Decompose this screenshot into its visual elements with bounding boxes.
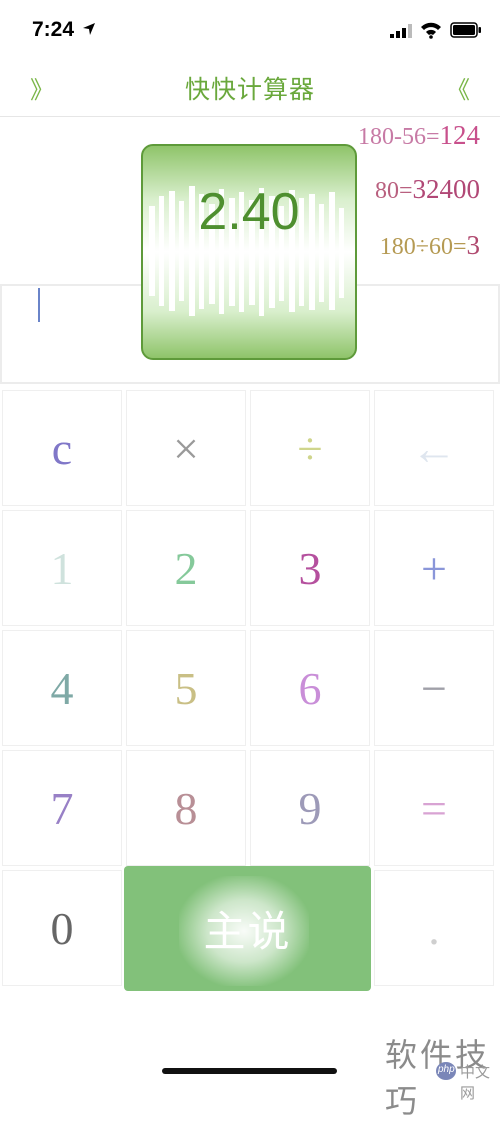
clear-button[interactable]: c bbox=[2, 390, 122, 506]
history-item: 80=32400 bbox=[375, 174, 480, 205]
history-expression: 180-56= bbox=[357, 124, 440, 150]
minus-button[interactable]: − bbox=[374, 630, 494, 746]
history-result: 32400 bbox=[412, 174, 481, 204]
voice-input-button[interactable]: 主说 bbox=[124, 866, 371, 991]
nav-right-button[interactable]: 《 bbox=[446, 70, 470, 105]
battery-icon bbox=[450, 22, 481, 38]
history-expression: 180÷60= bbox=[379, 234, 467, 260]
voice-input-label: 主说 bbox=[203, 907, 292, 956]
digit-6-button[interactable]: 6 bbox=[250, 630, 370, 746]
digit-9-button[interactable]: 9 bbox=[250, 750, 370, 866]
history-item: 180-56=124 bbox=[358, 120, 480, 151]
divide-button[interactable]: ÷ bbox=[250, 390, 370, 506]
digit-5-button[interactable]: 5 bbox=[126, 630, 246, 746]
history-result: 3 bbox=[466, 230, 481, 260]
digit-3-button[interactable]: 3 bbox=[250, 510, 370, 626]
nav-bar: 》 快快计算器 《 bbox=[0, 60, 500, 117]
equals-button[interactable]: = bbox=[374, 750, 494, 866]
recognized-value: 2.40 bbox=[198, 183, 300, 241]
location-arrow-icon bbox=[83, 23, 95, 35]
digit-2-button[interactable]: 2 bbox=[126, 510, 246, 626]
multiply-button[interactable]: × bbox=[126, 390, 246, 506]
status-time: 7:24 bbox=[32, 18, 75, 41]
digit-7-button[interactable]: 7 bbox=[2, 750, 122, 866]
wifi-icon bbox=[421, 22, 441, 39]
history-item: 180÷60=3 bbox=[380, 230, 480, 261]
watermark-site: 中文网 bbox=[460, 1063, 491, 1102]
app-title: 快快计算器 bbox=[184, 76, 315, 104]
digit-1-button[interactable]: 1 bbox=[2, 510, 122, 626]
decimal-point-button[interactable]: . bbox=[374, 870, 494, 986]
history-result: 124 bbox=[439, 120, 481, 150]
digit-4-button[interactable]: 4 bbox=[2, 630, 122, 746]
digit-8-button[interactable]: 8 bbox=[126, 750, 246, 866]
voice-recognition-overlay: 2.40 bbox=[141, 144, 357, 360]
digit-0-button[interactable]: 0 bbox=[2, 870, 122, 986]
backspace-button[interactable]: ← bbox=[374, 390, 494, 506]
text-cursor bbox=[38, 288, 40, 322]
home-indicator[interactable] bbox=[162, 1068, 337, 1074]
php-logo-text: php bbox=[438, 1064, 455, 1075]
plus-button[interactable]: + bbox=[374, 510, 494, 626]
status-bar: 7:24 bbox=[0, 0, 500, 60]
cellular-signal-icon bbox=[390, 24, 412, 38]
keypad: c × ÷ ← 1 2 3 + 4 5 6 − 7 8 9 = 0 主说 . bbox=[0, 390, 500, 992]
history-expression: 80= bbox=[374, 178, 413, 204]
